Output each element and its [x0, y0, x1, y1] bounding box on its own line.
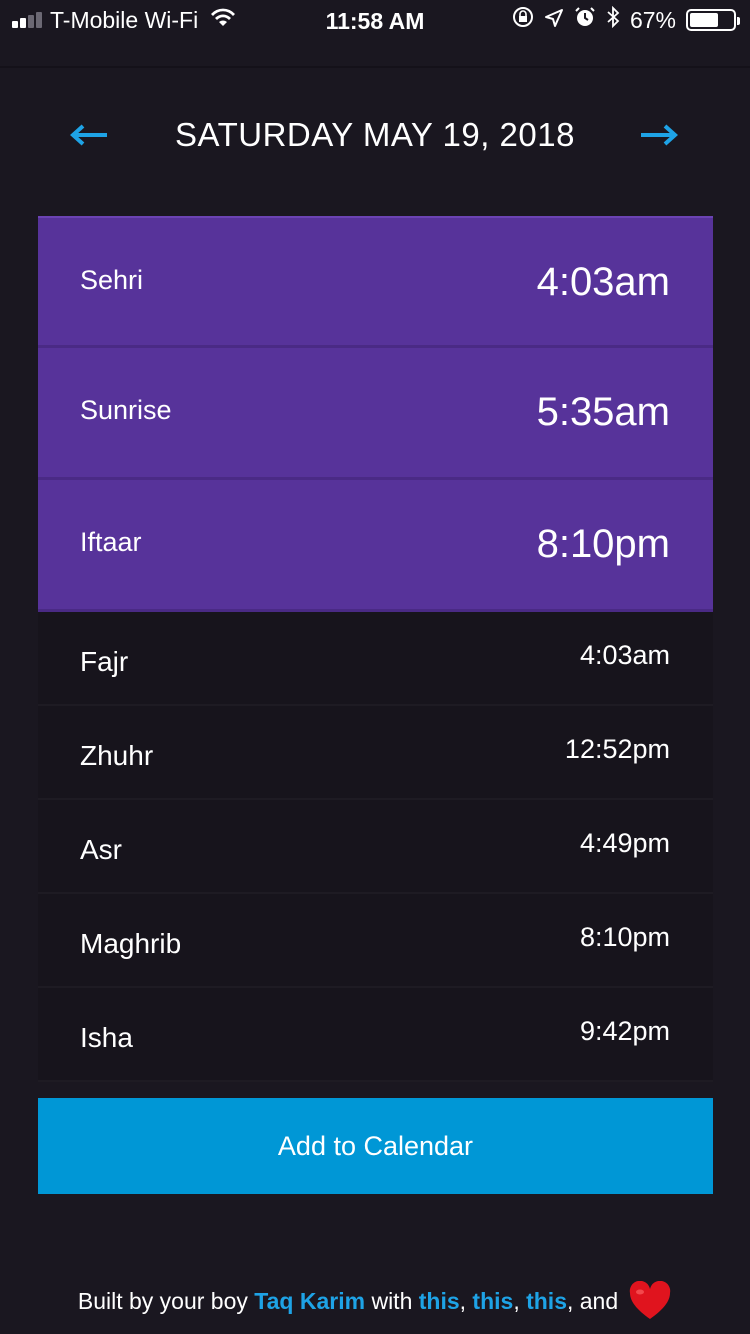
credit-link-2[interactable]: this: [472, 1288, 513, 1315]
battery-fill: [690, 13, 719, 27]
time-label: Iftaar: [80, 527, 142, 557]
heart-icon: [628, 1280, 672, 1321]
prayer-row-asr: Asr 4:49pm: [38, 800, 713, 894]
footer-sep-1: ,: [459, 1287, 473, 1314]
time-value: 8:10pm: [536, 522, 670, 566]
prayer-label: Fajr: [80, 646, 129, 677]
prayer-label: Maghrib: [80, 928, 182, 959]
prayer-time: 8:10pm: [579, 922, 670, 952]
bluetooth-icon: [606, 5, 620, 34]
footer-prefix: Built by your boy: [77, 1287, 255, 1314]
date-navigation: SATURDAY MAY 19, 2018: [0, 110, 750, 160]
prayer-time: 4:49pm: [579, 828, 670, 858]
time-label: Sehri: [80, 265, 144, 295]
time-label: Sunrise: [80, 395, 172, 425]
prayer-row-fajr: Fajr 4:03am: [38, 612, 713, 706]
prayer-label: Zhuhr: [80, 740, 154, 771]
prayer-row-isha: Isha 9:42pm: [38, 988, 713, 1082]
footer-credits: Built by your boy Taq Karim with this , …: [0, 1278, 750, 1324]
time-value: 5:35am: [536, 390, 670, 434]
prayer-time: 12:52pm: [564, 734, 670, 764]
alarm-icon: [574, 6, 596, 34]
ramadan-row-sunrise: Sunrise 5:35am: [38, 348, 713, 480]
arrow-right-icon: [641, 124, 678, 146]
author-link[interactable]: Taq Karim: [254, 1288, 365, 1315]
prayer-time: 4:03am: [579, 640, 670, 670]
ramadan-row-iftaar: Iftaar 8:10pm: [38, 480, 713, 612]
ramadan-row-sehri: Sehri 4:03am: [38, 216, 713, 348]
prayer-label: Asr: [80, 834, 122, 865]
times-list: Sehri 4:03am Sunrise 5:35am Iftaar 8:10p…: [38, 216, 713, 1082]
next-day-button[interactable]: [636, 112, 682, 158]
status-right: 67%: [512, 5, 740, 34]
add-to-calendar-button[interactable]: Add to Calendar: [38, 1098, 713, 1194]
time-value: 4:03am: [536, 260, 670, 304]
footer-sep-2: ,: [513, 1287, 527, 1314]
prayer-label: Isha: [80, 1022, 133, 1053]
header-divider: [0, 66, 750, 68]
credit-link-3[interactable]: this: [526, 1288, 567, 1315]
status-bar: T-Mobile Wi-Fi 11:58 AM 67%: [0, 0, 750, 40]
credit-link-1[interactable]: this: [419, 1288, 460, 1315]
prayer-row-zhuhr: Zhuhr 12:52pm: [38, 706, 713, 800]
orientation-lock-icon: [512, 6, 534, 34]
battery-percent: 67%: [629, 6, 676, 33]
footer-suffix: , and: [566, 1287, 619, 1314]
prayer-row-maghrib: Maghrib 8:10pm: [38, 894, 713, 988]
prayer-time: 9:42pm: [579, 1016, 670, 1046]
battery-icon: [686, 9, 740, 31]
footer-mid: with: [365, 1287, 419, 1314]
location-icon: [544, 7, 564, 34]
